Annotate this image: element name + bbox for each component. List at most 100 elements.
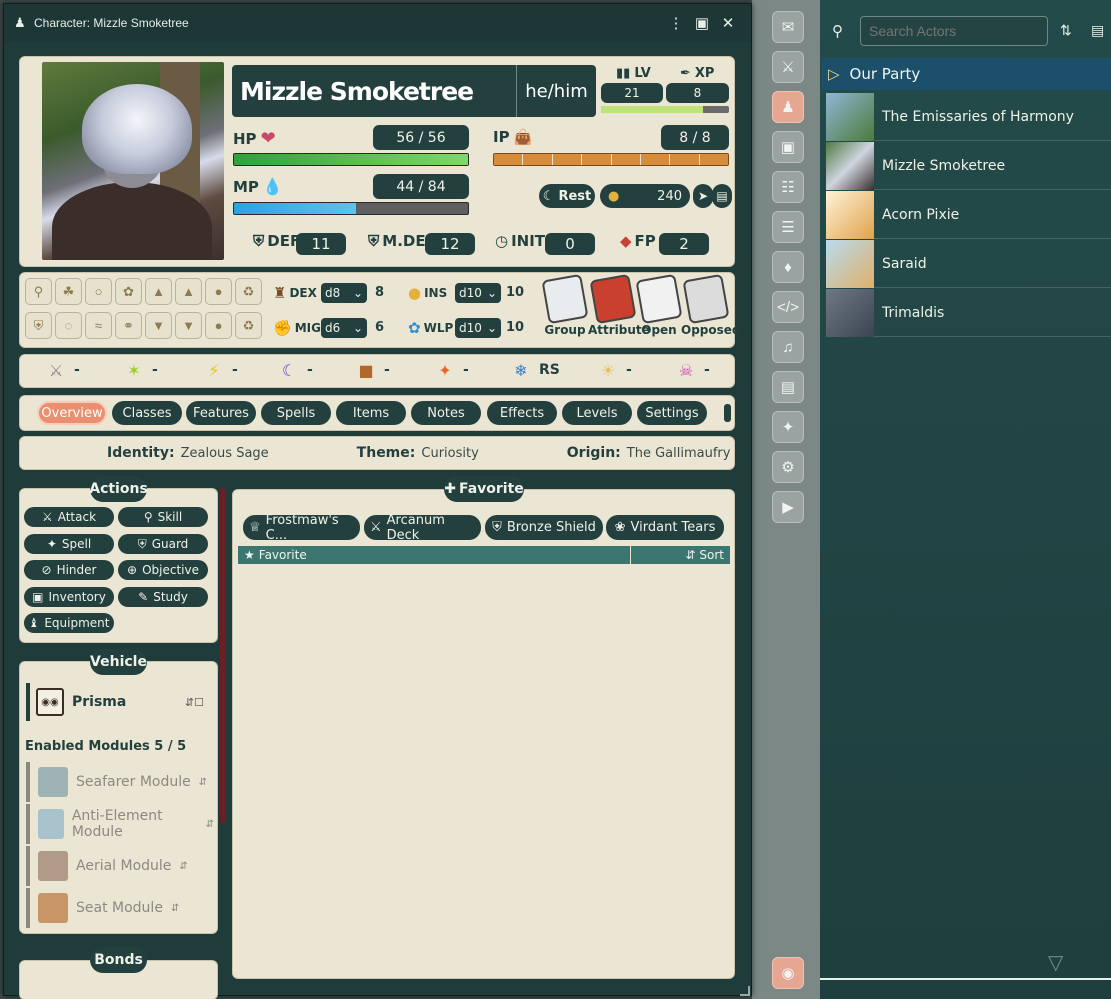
favorite-frostmaw[interactable]: ♕ Frostmaw's C... <box>243 513 360 543</box>
resize-handle[interactable] <box>740 986 750 996</box>
flower-icon[interactable]: ✿ <box>115 278 142 305</box>
dark-affinity[interactable]: ☾ - <box>277 358 313 382</box>
xp-value[interactable]: 8 <box>666 83 729 103</box>
might-up-icon[interactable]: ☘ <box>55 278 82 305</box>
ip-value[interactable]: 8 / 8 <box>661 125 729 150</box>
vehicle-row[interactable]: ◉◉ Prisma ⇵☐ <box>26 683 212 721</box>
zenit-field[interactable]: ● 240 <box>600 184 690 208</box>
pronouns-field[interactable]: he/him <box>516 65 596 117</box>
cards-icon[interactable]: ♦ <box>772 251 804 283</box>
search-actors-input[interactable] <box>860 16 1048 46</box>
actor-trimaldis[interactable]: Trimaldis <box>826 288 1111 337</box>
study-button[interactable]: ✎ Study <box>118 587 208 607</box>
journal-icon[interactable]: ☷ <box>772 171 804 203</box>
sort-arrows-icon[interactable]: ⇵ <box>171 903 179 914</box>
folder-our-party[interactable]: ▷ Our Party <box>822 58 1111 90</box>
compass-icon[interactable]: ✦ <box>772 411 804 443</box>
physical-affinity[interactable]: ⚔ - <box>44 358 80 382</box>
left-column-scrollbar[interactable] <box>220 488 225 823</box>
tab-spells[interactable]: Spells <box>261 401 331 425</box>
tab-effects[interactable]: Effects <box>487 401 557 425</box>
bulb-up-icon[interactable]: ● <box>205 278 232 305</box>
level-value[interactable]: 21 <box>601 83 663 103</box>
tab-overview[interactable]: Overview <box>37 401 107 425</box>
tab-items[interactable]: Items <box>336 401 406 425</box>
light-affinity[interactable]: ☀ - <box>596 358 632 382</box>
favorite-arcanum-deck[interactable]: ⚔ Arcanum Deck <box>364 513 481 543</box>
playlists-icon[interactable]: ♫ <box>772 331 804 363</box>
ring-icon[interactable]: ○ <box>85 278 112 305</box>
actor-saraid[interactable]: Saraid <box>826 239 1111 288</box>
module-anti-element[interactable]: Anti-Element Module ⇵ <box>26 804 214 844</box>
chat-icon[interactable]: ✉ <box>772 11 804 43</box>
fire-affinity[interactable]: ✦ - <box>433 358 469 382</box>
sort-icon[interactable]: ⇅ <box>1060 22 1072 39</box>
character-portrait[interactable] <box>42 62 224 260</box>
group-roll-button[interactable]: Group <box>540 273 590 337</box>
wlp-die-select[interactable]: d10 ⌄ <box>455 318 501 338</box>
ins-down-icon[interactable]: ▼ <box>175 312 202 339</box>
actor-mizzle[interactable]: Mizzle Smoketree <box>826 141 1111 190</box>
earth-affinity[interactable]: ■ - <box>354 358 389 382</box>
chevron-down-icon[interactable]: ▽ <box>1048 950 1063 975</box>
actor-acorn-pixie[interactable]: Acorn Pixie <box>826 190 1111 239</box>
sort-arrows-icon[interactable]: ⇵ <box>179 861 187 872</box>
settings-icon[interactable]: ⚙ <box>772 451 804 483</box>
menu-dots-icon[interactable]: ⋮ <box>663 14 689 32</box>
identity-value[interactable]: Zealous Sage <box>181 446 269 461</box>
module-seafarer[interactable]: Seafarer Module ⇵ <box>26 762 214 802</box>
inventory-button[interactable]: ▣ Inventory <box>24 587 114 607</box>
items-icon[interactable]: ▣ <box>772 131 804 163</box>
shield-status-icon[interactable]: ⛨ <box>25 312 52 339</box>
macros-icon[interactable]: </> <box>772 291 804 323</box>
dex-up-icon[interactable]: ⚲ <box>25 278 52 305</box>
def-value[interactable]: 11 <box>296 233 346 255</box>
air-affinity[interactable]: ✶ - <box>122 358 158 382</box>
sort-arrows-icon[interactable]: ⇵ <box>199 777 207 788</box>
attack-button[interactable]: ⚔ Attack <box>24 507 114 527</box>
tabs-scrollbar[interactable] <box>724 404 731 422</box>
orb-icon[interactable]: ⚭ <box>115 312 142 339</box>
compendium-icon[interactable]: ▤ <box>772 371 804 403</box>
fp-value[interactable]: 2 <box>659 233 709 255</box>
origin-value[interactable]: The Gallimaufry <box>627 446 731 461</box>
combat-icon[interactable]: ⚔ <box>772 51 804 83</box>
ins-up-icon[interactable]: ▲ <box>175 278 202 305</box>
module-aerial[interactable]: Aerial Module ⇵ <box>26 846 214 886</box>
bone-icon[interactable]: ◌ <box>55 312 82 339</box>
tab-levels[interactable]: Levels <box>562 401 632 425</box>
guard-button[interactable]: ⛨ Guard <box>118 534 208 554</box>
actor-emissaries[interactable]: The Emissaries of Harmony <box>826 92 1111 141</box>
skill-button[interactable]: ⚲ Skill <box>118 507 208 527</box>
tab-notes[interactable]: Notes <box>411 401 481 425</box>
equipment-button[interactable]: ♝ Equipment <box>24 613 114 633</box>
theme-value[interactable]: Curiosity <box>421 446 478 461</box>
module-seat[interactable]: Seat Module ⇵ <box>26 888 214 928</box>
tab-settings[interactable]: Settings <box>637 401 707 425</box>
cycle-down-icon[interactable]: ♻ <box>235 312 262 339</box>
globe-icon[interactable]: ◉ <box>772 957 804 989</box>
dex-die-select[interactable]: d8 ⌄ <box>321 283 367 303</box>
character-name-field[interactable]: Mizzle Smoketree <box>232 65 516 117</box>
ins-die-select[interactable]: d10 ⌄ <box>455 283 501 303</box>
add-favorite-button[interactable]: ✚ Favorite <box>444 476 524 502</box>
init-value[interactable]: 0 <box>545 233 595 255</box>
bank-icon[interactable]: ▤ <box>712 184 732 208</box>
favorite-virdant-tears[interactable]: ❀ Virdant Tears <box>606 515 724 540</box>
sort-column-header[interactable]: ⇵ Sort <box>631 546 730 564</box>
spell-button[interactable]: ✦ Spell <box>24 534 114 554</box>
poison-affinity[interactable]: ☠ - <box>674 358 710 382</box>
hp-value[interactable]: 56 / 56 <box>373 125 469 150</box>
actors-icon[interactable]: ♟ <box>772 91 804 123</box>
water-icon[interactable]: ≈ <box>85 312 112 339</box>
send-icon[interactable]: ➤ <box>693 184 713 208</box>
sort-arrows-icon[interactable]: ⇵ <box>206 819 214 830</box>
ice-affinity[interactable]: ❄ RS <box>509 358 560 382</box>
favorite-bronze-shield[interactable]: ⛨ Bronze Shield <box>485 515 603 540</box>
sort-arrows-icon[interactable]: ⇵☐ <box>185 696 204 709</box>
rest-button[interactable]: ☾ Rest <box>539 184 595 208</box>
tables-icon[interactable]: ☰ <box>772 211 804 243</box>
tab-features[interactable]: Features <box>186 401 256 425</box>
cycle-icon[interactable]: ♻ <box>235 278 262 305</box>
opposed-roll-button[interactable]: Opposed <box>681 273 741 337</box>
